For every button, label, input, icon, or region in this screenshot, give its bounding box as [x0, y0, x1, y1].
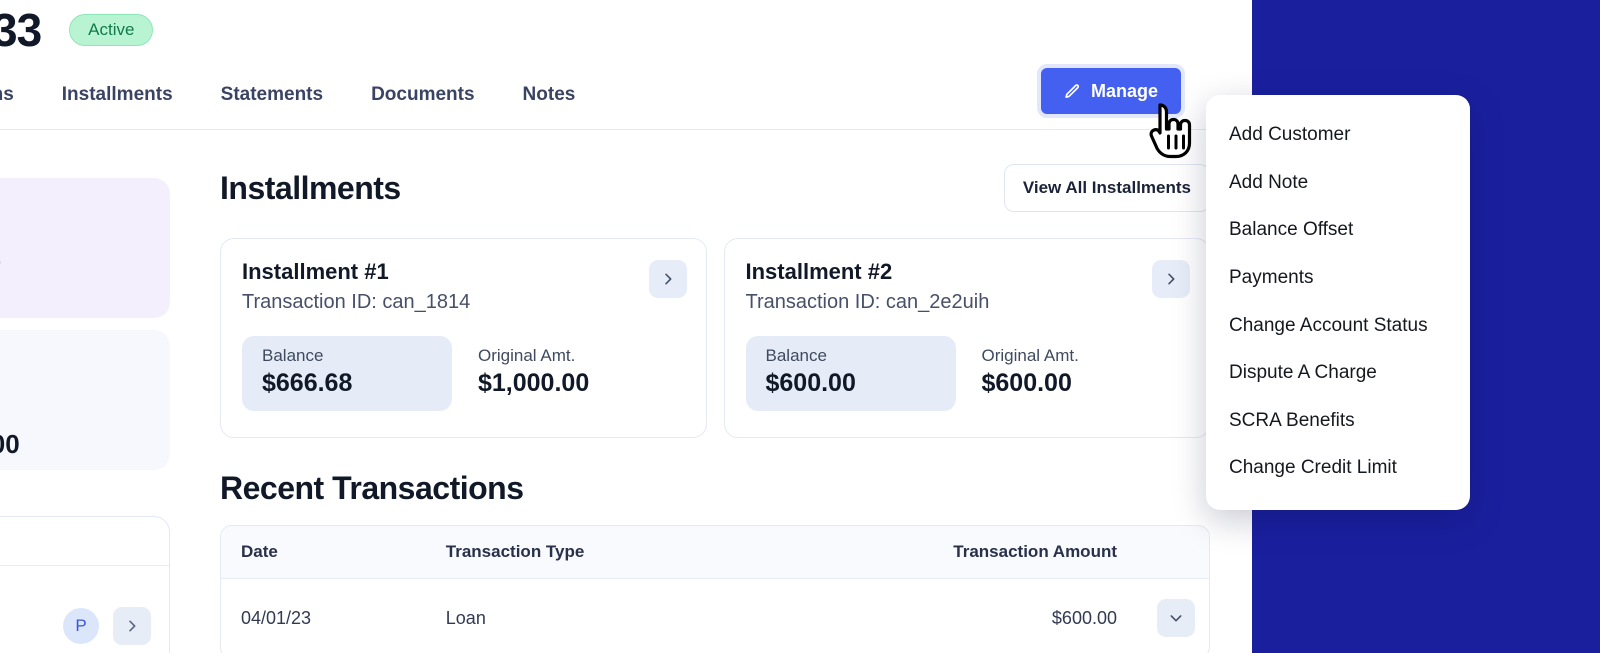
column-header-transaction-amount: Transaction Amount	[757, 526, 1137, 579]
table-header-row: Date Transaction Type Transaction Amount	[221, 526, 1209, 579]
installment-amounts: Balance $666.68 Original Amt. $1,000.00	[242, 336, 685, 411]
installment-title: Installment #2	[745, 259, 893, 284]
installment-original: Original Amt. $600.00	[956, 336, 1166, 411]
stat-label-payment-due: ayment Due	[0, 252, 148, 273]
cell-date: 04/01/23	[221, 578, 426, 653]
account-number: 33	[0, 4, 42, 56]
main-content: Installments View All Installments Insta…	[220, 160, 1210, 653]
pencil-icon	[1064, 83, 1081, 100]
chevron-down-icon[interactable]	[1157, 599, 1195, 637]
chevron-right-icon[interactable]	[1152, 260, 1190, 298]
tab-bar: ons Installments Statements Documents No…	[0, 60, 1210, 130]
installment-amounts: Balance $600.00 Original Amt. $600.00	[745, 336, 1189, 411]
column-header-actions	[1137, 526, 1209, 579]
tab-notes[interactable]: Notes	[499, 84, 600, 106]
cell-transaction-type: Loan	[425, 578, 758, 653]
recent-transactions-table: Date Transaction Type Transaction Amount…	[220, 525, 1210, 653]
menu-item-change-account-status[interactable]: Change Account Status	[1206, 302, 1470, 350]
menu-item-balance-offset[interactable]: Balance Offset	[1206, 206, 1470, 254]
column-header-date: Date	[221, 526, 426, 579]
installment-transaction-id: Transaction ID: can_2e2uih	[745, 291, 990, 313]
avatar[interactable]: P	[63, 608, 99, 644]
menu-item-add-customer[interactable]: Add Customer	[1206, 111, 1470, 159]
table-row[interactable]: 04/01/23 Loan $600.00	[221, 578, 1209, 653]
menu-item-change-credit-limit[interactable]: Change Credit Limit	[1206, 444, 1470, 492]
app-root: 33 Active ons Installments Statements Do…	[0, 0, 1600, 653]
cell-actions	[1137, 578, 1209, 653]
account-header: 33 Active	[0, 0, 1210, 60]
installment-balance-value: $666.68	[262, 369, 353, 397]
cell-transaction-amount: $600.00	[757, 578, 1137, 653]
installments-title: Installments	[220, 169, 401, 206]
installment-title: Installment #1	[242, 259, 389, 284]
tab-statements[interactable]: Statements	[197, 84, 347, 106]
installment-balance-label: Balance	[262, 346, 324, 365]
chevron-right-icon[interactable]	[113, 607, 151, 645]
manage-button-label: Manage	[1090, 80, 1159, 101]
installments-section-header: Installments View All Installments	[220, 160, 1210, 216]
installment-original: Original Amt. $1,000.00	[452, 336, 662, 411]
stat-card-credit-limit: redit Limit $3,000.00	[0, 330, 170, 470]
tab-documents[interactable]: Documents	[347, 84, 498, 106]
installment-original-label: Original Amt.	[981, 346, 1079, 365]
installment-card[interactable]: Installment #1 Transaction ID: can_1814 …	[220, 238, 707, 438]
installment-original-value: $1,000.00	[478, 369, 590, 397]
bottom-left-card: e P	[0, 516, 170, 653]
tab-transactions[interactable]: ons	[0, 84, 38, 106]
chevron-right-icon[interactable]	[648, 260, 687, 298]
installment-original-label: Original Amt.	[478, 346, 576, 365]
installments-card-row: Installment #1 Transaction ID: can_1814 …	[220, 238, 1210, 438]
menu-item-payments[interactable]: Payments	[1206, 254, 1470, 302]
installment-original-value: $600.00	[981, 369, 1072, 397]
stat-card-payment-due: ayment Due $282.66	[0, 178, 170, 318]
installment-balance: Balance $666.68	[242, 336, 452, 411]
manage-dropdown-menu: Add Customer Add Note Balance Offset Pay…	[1206, 95, 1470, 511]
menu-item-add-note[interactable]: Add Note	[1206, 159, 1470, 207]
stat-label-credit-limit: redit Limit	[0, 404, 148, 425]
installment-balance: Balance $600.00	[745, 336, 956, 411]
menu-item-scra-benefits[interactable]: SCRA Benefits	[1206, 397, 1470, 445]
manage-button[interactable]: Manage	[1037, 64, 1185, 118]
stat-value-payment-due: $282.66	[0, 277, 148, 308]
column-header-transaction-type: Transaction Type	[425, 526, 758, 579]
installment-balance-value: $600.00	[765, 369, 856, 397]
installment-card[interactable]: Installment #2 Transaction ID: can_2e2ui…	[723, 238, 1210, 438]
card-footer-text: e	[0, 616, 63, 636]
stat-value-credit-limit: $3,000.00	[0, 429, 20, 459]
installment-transaction-id: Transaction ID: can_1814	[242, 291, 471, 313]
menu-item-dispute-a-charge[interactable]: Dispute A Charge	[1206, 349, 1470, 397]
view-all-installments-button[interactable]: View All Installments	[1003, 164, 1210, 212]
installment-balance-label: Balance	[765, 346, 827, 365]
status-badge: Active	[69, 14, 154, 46]
card-footer: e P	[0, 565, 169, 653]
recent-transactions-title: Recent Transactions	[220, 470, 524, 506]
tab-installments[interactable]: Installments	[38, 84, 197, 106]
